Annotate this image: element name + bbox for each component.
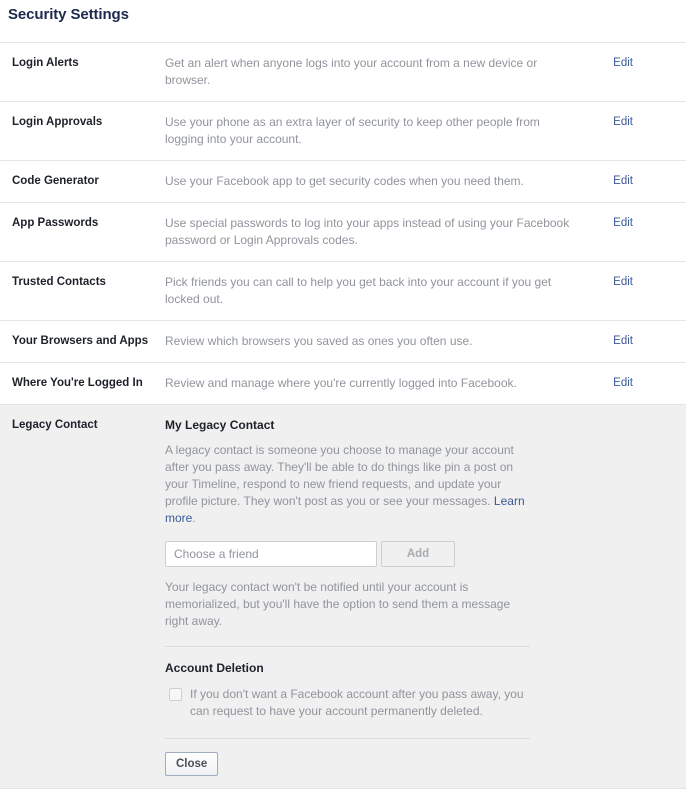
row-description: Review and manage where you're currently… [165, 375, 585, 392]
row-action: Edit [585, 375, 645, 389]
row-label: Trusted Contacts [0, 274, 165, 290]
row-description: Use your phone as an extra layer of secu… [165, 114, 585, 148]
section-divider-top [165, 646, 530, 647]
add-legacy-contact-button[interactable]: Add [381, 541, 455, 567]
choose-a-friend-input[interactable] [165, 541, 377, 567]
row-label: Login Approvals [0, 114, 165, 130]
edit-link-app-passwords[interactable]: Edit [613, 217, 633, 229]
settings-row-login-alerts: Login Alerts Get an alert when anyone lo… [0, 43, 686, 102]
settings-row-where-youre-logged-in: Where You're Logged In Review and manage… [0, 363, 686, 405]
legacy-contact-panel: My Legacy Contact A legacy contact is so… [165, 417, 545, 788]
row-action: Edit [585, 333, 645, 347]
settings-row-legacy-contact: Legacy Contact My Legacy Contact A legac… [0, 405, 686, 789]
page-title: Security Settings [0, 0, 686, 24]
row-action: Edit [585, 55, 645, 69]
settings-row-your-browsers-and-apps: Your Browsers and Apps Review which brow… [0, 321, 686, 363]
legacy-contact-note: Your legacy contact won't be notified un… [165, 579, 531, 630]
row-action: Edit [585, 274, 645, 288]
row-description: Pick friends you can call to help you ge… [165, 274, 585, 308]
edit-link-login-approvals[interactable]: Edit [613, 116, 633, 128]
account-deletion-label: If you don't want a Facebook account aft… [190, 686, 531, 720]
row-description: Review which browsers you saved as ones … [165, 333, 585, 350]
row-label: Where You're Logged In [0, 375, 165, 391]
edit-link-your-browsers-and-apps[interactable]: Edit [613, 335, 633, 347]
row-label: App Passwords [0, 215, 165, 231]
row-label: Code Generator [0, 173, 165, 189]
legacy-contact-description-period: . [192, 511, 195, 525]
row-action: Edit [585, 114, 645, 128]
row-description: Use special passwords to log into your a… [165, 215, 585, 249]
friend-picker-row: Add [165, 541, 531, 567]
settings-row-login-approvals: Login Approvals Use your phone as an ext… [0, 102, 686, 161]
row-label: Login Alerts [0, 55, 165, 71]
settings-table: Login Alerts Get an alert when anyone lo… [0, 42, 686, 789]
settings-row-app-passwords: App Passwords Use special passwords to l… [0, 203, 686, 262]
row-label: Legacy Contact [0, 417, 165, 433]
account-deletion-row: If you don't want a Facebook account aft… [165, 686, 531, 720]
security-settings-page: Security Settings Login Alerts Get an al… [0, 0, 686, 789]
close-button[interactable]: Close [165, 752, 218, 776]
section-divider-bottom [165, 738, 530, 739]
row-description: Get an alert when anyone logs into your … [165, 55, 585, 89]
row-action: Edit [585, 215, 645, 229]
settings-row-trusted-contacts: Trusted Contacts Pick friends you can ca… [0, 262, 686, 321]
edit-link-login-alerts[interactable]: Edit [613, 57, 633, 69]
legacy-contact-heading: My Legacy Contact [165, 417, 531, 433]
legacy-contact-description: A legacy contact is someone you choose t… [165, 442, 531, 527]
account-deletion-heading: Account Deletion [165, 660, 531, 676]
row-description: Use your Facebook app to get security co… [165, 173, 585, 190]
edit-link-code-generator[interactable]: Edit [613, 175, 633, 187]
settings-row-code-generator: Code Generator Use your Facebook app to … [0, 161, 686, 203]
edit-link-trusted-contacts[interactable]: Edit [613, 276, 633, 288]
row-action: Edit [585, 173, 645, 187]
row-label: Your Browsers and Apps [0, 333, 165, 349]
legacy-contact-description-text: A legacy contact is someone you choose t… [165, 443, 514, 508]
edit-link-where-youre-logged-in[interactable]: Edit [613, 377, 633, 389]
account-deletion-checkbox[interactable] [169, 688, 182, 701]
